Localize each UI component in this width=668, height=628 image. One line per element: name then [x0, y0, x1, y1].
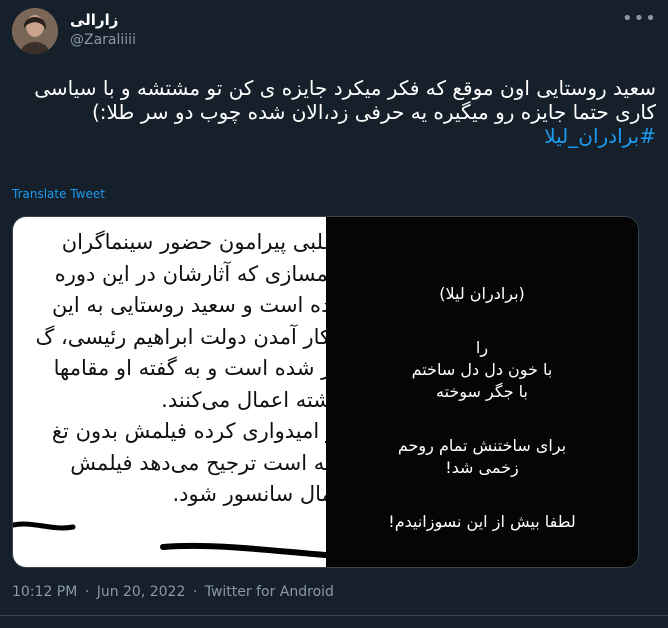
separator: · — [84, 584, 90, 600]
translate-tweet-link[interactable]: Translate Tweet — [12, 187, 105, 201]
document-line: راز امیدواری کرده فیلمش بدون تغ — [51, 419, 326, 443]
more-horizontal-icon: ••• — [622, 8, 657, 29]
caption-title: (برادران لیلا) — [439, 284, 525, 303]
author-handle[interactable]: @Zaraliiii — [70, 30, 136, 50]
caption-line: زخمی شد! — [445, 458, 519, 477]
document-line: اعمال سانسور شود. — [172, 482, 326, 506]
caption-line: با خون دل دل ساختم — [411, 360, 553, 379]
caption-line: برای ساختنش تمام روحم — [397, 436, 567, 455]
document-line: گفته است ترجیح می‌دهد فیلمش — [70, 450, 326, 475]
divider — [0, 615, 668, 616]
caption-line: را — [475, 338, 489, 357]
separator: · — [192, 584, 198, 600]
more-options-button[interactable]: ••• — [622, 10, 656, 32]
document-line: ختر شده است و به گفته او مقامها — [53, 356, 326, 380]
document-image: مطلبی پیرامون حضور سینماگران فیلمسازی که… — [13, 217, 326, 567]
author-block: زارالی @Zaraliiii — [70, 10, 136, 50]
hashtag-link[interactable]: #برادران_لیلا — [12, 124, 656, 148]
tweet-time[interactable]: 10:12 PM — [12, 584, 77, 600]
tweet-text: سعید روستایی اون موقع که فکر میکرد جایزه… — [12, 76, 656, 148]
tweet-metadata: 10:12 PM · Jun 20, 2022 · Twitter for An… — [12, 584, 337, 600]
caption-line: با جگر سوخته — [435, 382, 529, 401]
tweet-body: سعید روستایی اون موقع که فکر میکرد جایزه… — [34, 76, 656, 124]
caption-image: (برادران لیلا) را با خون دل دل ساختم با … — [326, 217, 638, 567]
document-text: مطلبی پیرامون حضور سینماگران فیلمسازی که… — [13, 227, 326, 511]
avatar-image — [12, 8, 58, 54]
document-line: مطلبی پیرامون حضور سینماگران — [61, 230, 326, 254]
document-line: گذشته اعمال می‌کنند. — [161, 387, 326, 412]
tweet-date[interactable]: Jun 20, 2022 — [97, 584, 186, 600]
tweet-media[interactable]: مطلبی پیرامون حضور سینماگران فیلمسازی که… — [12, 216, 639, 568]
author-display-name[interactable]: زارالی — [70, 10, 136, 30]
redaction-scribble — [13, 521, 326, 558]
tweet-source[interactable]: Twitter for Android — [205, 584, 334, 600]
document-line: کرده است و سعید روستایی به این — [52, 293, 326, 317]
document-line: ل کار آمدن دولت ابراهیم رئیسی، گ — [35, 324, 326, 349]
caption-line: لطفا بیش از این نسوزانیدم! — [388, 512, 576, 531]
avatar[interactable] — [12, 8, 58, 54]
document-line: فیلمسازی که آثارشان در این دوره — [54, 261, 326, 286]
